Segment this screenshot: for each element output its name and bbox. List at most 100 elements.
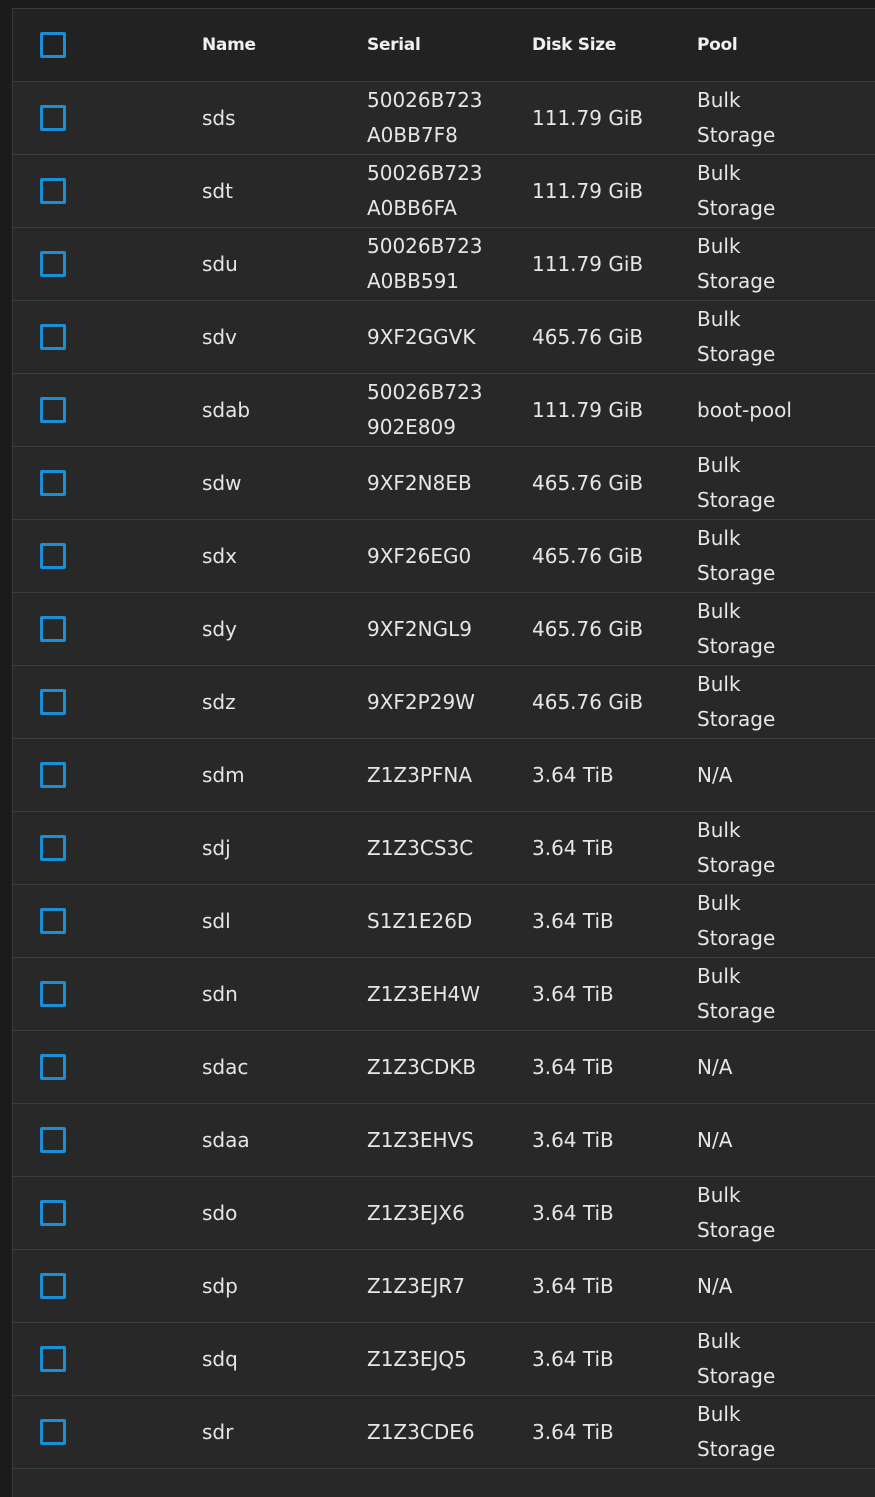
disk-name-cell: sdq (202, 1323, 352, 1395)
serial-cell-text: Z1Z3EJX6 (367, 1200, 465, 1225)
row-checkbox[interactable] (40, 1127, 66, 1153)
table-row[interactable]: sdz 9XF2P29W 465.76 GiB Bulk Storage (13, 666, 875, 739)
pool-cell: Bulk Storage (697, 228, 872, 300)
table-row[interactable]: sdu 50026B723 A0BB591 111.79 GiB Bulk Stora… (13, 228, 875, 301)
row-select-cell (40, 374, 66, 446)
select-all-checkbox[interactable] (40, 32, 66, 58)
row-checkbox[interactable] (40, 1200, 66, 1226)
serial-cell: 9XF2N8EB (367, 447, 517, 519)
row-select-cell (40, 958, 66, 1030)
table-row[interactable]: sdv 9XF2GGVK 465.76 GiB Bulk Storage (13, 301, 875, 374)
row-checkbox[interactable] (40, 1273, 66, 1299)
serial-cell-text: 50026B723 902E809 (367, 380, 483, 439)
serial-cell: 9XF2NGL9 (367, 593, 517, 665)
table-row[interactable]: sdx 9XF26EG0 465.76 GiB Bulk Storage (13, 520, 875, 593)
pool-cell-text: Bulk Storage (697, 672, 776, 731)
row-checkbox[interactable] (40, 981, 66, 1007)
row-checkbox[interactable] (40, 762, 66, 788)
row-checkbox[interactable] (40, 251, 66, 277)
row-checkbox[interactable] (40, 178, 66, 204)
serial-cell-text: S1Z1E26D (367, 908, 473, 933)
disk-size-cell-text: 3.64 TiB (532, 1200, 614, 1225)
column-header-disk-size[interactable]: Disk Size (532, 9, 682, 81)
table-row[interactable]: sdj Z1Z3CS3C 3.64 TiB Bulk Storage (13, 812, 875, 885)
disk-size-cell-text: 3.64 TiB (532, 1273, 614, 1298)
disk-size-cell-text: 465.76 GiB (532, 543, 644, 568)
disk-size-cell: 111.79 GiB (532, 155, 682, 227)
table-row[interactable]: sdr Z1Z3CDE6 3.64 TiB Bulk Storage (13, 1396, 875, 1469)
disk-name-cell: sdac (202, 1031, 352, 1103)
row-select-cell (40, 1396, 66, 1468)
pool-cell: Bulk Storage (697, 958, 872, 1030)
column-header-name[interactable]: Name (202, 9, 352, 81)
pool-cell: N/A (697, 739, 872, 811)
disk-name-cell-text: sdn (202, 981, 238, 1006)
row-checkbox[interactable] (40, 543, 66, 569)
pool-cell-text: Bulk Storage (697, 599, 776, 658)
pool-cell-text: N/A (697, 1273, 733, 1298)
disk-size-cell: 465.76 GiB (532, 520, 682, 592)
serial-cell-text: 50026B723 A0BB7F8 (367, 88, 483, 147)
disk-name-cell-text: sdw (202, 470, 242, 495)
disk-name-cell-text: sdy (202, 616, 237, 641)
row-select-cell (40, 885, 66, 957)
disk-size-cell-text: 465.76 GiB (532, 324, 644, 349)
table-row[interactable]: sdab 50026B723 902E809 111.79 GiB boot-pool (13, 374, 875, 447)
row-checkbox[interactable] (40, 105, 66, 131)
table-row[interactable]: sdt 50026B723 A0BB6FA 111.79 GiB Bulk Stora… (13, 155, 875, 228)
pool-cell-text: Bulk Storage (697, 526, 776, 585)
pool-cell-text: Bulk Storage (697, 891, 776, 950)
serial-cell-text: 50026B723 A0BB6FA (367, 161, 483, 220)
row-select-cell (40, 666, 66, 738)
row-checkbox[interactable] (40, 835, 66, 861)
disk-name-cell: sdab (202, 374, 352, 446)
table-row[interactable]: sdaa Z1Z3EHVS 3.64 TiB N/A (13, 1104, 875, 1177)
serial-cell: 50026B723 902E809 (367, 374, 517, 446)
row-checkbox[interactable] (40, 1054, 66, 1080)
disk-name-cell-text: sdm (202, 762, 245, 787)
disk-name-cell: sdl (202, 885, 352, 957)
pool-cell: Bulk Storage (697, 447, 872, 519)
row-checkbox[interactable] (40, 470, 66, 496)
row-checkbox[interactable] (40, 616, 66, 642)
pool-cell-text: Bulk Storage (697, 234, 776, 293)
disk-name-cell: sdp (202, 1250, 352, 1322)
table-row[interactable]: sdm Z1Z3PFNA 3.64 TiB N/A (13, 739, 875, 812)
table-row[interactable]: sdq Z1Z3EJQ5 3.64 TiB Bulk Storage (13, 1323, 875, 1396)
table-row[interactable]: sdn Z1Z3EH4W 3.64 TiB Bulk Storage (13, 958, 875, 1031)
column-header-serial[interactable]: Serial (367, 9, 517, 81)
table-row[interactable]: sdac Z1Z3CDKB 3.64 TiB N/A (13, 1031, 875, 1104)
pool-cell: Bulk Storage (697, 666, 872, 738)
table-row[interactable]: sdp Z1Z3EJR7 3.64 TiB N/A (13, 1250, 875, 1323)
disk-size-cell: 3.64 TiB (532, 885, 682, 957)
serial-cell-text: 9XF26EG0 (367, 543, 472, 568)
table-body: sds 50026B723 A0BB7F8 111.79 GiB Bulk Stora… (13, 82, 875, 1469)
disk-size-cell-text: 3.64 TiB (532, 762, 614, 787)
disk-size-cell-text: 465.76 GiB (532, 689, 644, 714)
table-row[interactable]: sdl S1Z1E26D 3.64 TiB Bulk Storage (13, 885, 875, 958)
disk-name-cell: sdv (202, 301, 352, 373)
row-select-cell (40, 1031, 66, 1103)
column-header-pool[interactable]: Pool (697, 9, 872, 81)
disk-name-cell-text: sdj (202, 835, 231, 860)
serial-cell: Z1Z3EHVS (367, 1104, 517, 1176)
disk-name-cell: sdaa (202, 1104, 352, 1176)
table-row[interactable]: sdw 9XF2N8EB 465.76 GiB Bulk Storage (13, 447, 875, 520)
disk-size-cell: 111.79 GiB (532, 374, 682, 446)
serial-cell-text: Z1Z3CS3C (367, 835, 474, 860)
row-checkbox[interactable] (40, 1346, 66, 1372)
row-checkbox[interactable] (40, 689, 66, 715)
disk-size-cell: 3.64 TiB (532, 1177, 682, 1249)
table-row[interactable]: sdy 9XF2NGL9 465.76 GiB Bulk Storage (13, 593, 875, 666)
row-checkbox[interactable] (40, 908, 66, 934)
table-row[interactable]: sds 50026B723 A0BB7F8 111.79 GiB Bulk Stora… (13, 82, 875, 155)
serial-cell: Z1Z3CDKB (367, 1031, 517, 1103)
row-checkbox[interactable] (40, 397, 66, 423)
table-row[interactable]: sdo Z1Z3EJX6 3.64 TiB Bulk Storage (13, 1177, 875, 1250)
disk-size-cell: 3.64 TiB (532, 1031, 682, 1103)
disk-name-cell: sdj (202, 812, 352, 884)
row-checkbox[interactable] (40, 1419, 66, 1445)
serial-cell-text: Z1Z3EJR7 (367, 1273, 466, 1298)
row-checkbox[interactable] (40, 324, 66, 350)
disk-name-cell-text: sdab (202, 397, 251, 422)
